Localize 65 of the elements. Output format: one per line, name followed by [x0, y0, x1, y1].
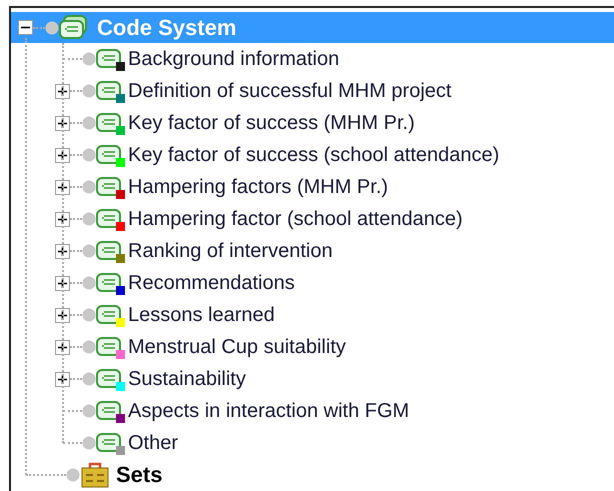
briefcase-icon [82, 462, 108, 488]
plus-icon [58, 86, 67, 96]
tree-item-label[interactable]: Aspects in interaction with FGM [128, 401, 410, 421]
tree-item-label[interactable]: Sets [116, 464, 162, 486]
tree-item-label[interactable]: Definition of successful MHM project [128, 81, 452, 101]
plus-icon [58, 374, 67, 384]
tree-item-label[interactable]: Sustainability [128, 369, 246, 389]
plus-icon [58, 342, 67, 352]
circle-icon [82, 244, 96, 258]
plus-icon [58, 246, 67, 256]
plus-icon [58, 118, 67, 128]
circle-icon [82, 212, 96, 226]
code-icon [96, 241, 121, 260]
tree-item-label[interactable]: Key factor of success (MHM Pr.) [128, 113, 415, 133]
tree-item-label[interactable]: Background information [128, 49, 340, 69]
tree-item-label[interactable]: Menstrual Cup suitability [128, 337, 346, 357]
expand-toggle[interactable] [55, 276, 70, 290]
code-icon [96, 273, 121, 292]
code-icon [59, 14, 87, 38]
circle-icon [82, 436, 96, 450]
circle-icon [82, 84, 96, 98]
expand-toggle[interactable] [55, 212, 70, 226]
code-icon [96, 209, 121, 228]
code-icon [96, 401, 121, 420]
tree-item-label[interactable]: Ranking of intervention [128, 241, 333, 261]
tree-item-label[interactable]: Hampering factors (MHM Pr.) [128, 177, 388, 197]
plus-icon [58, 150, 67, 160]
collapse-toggle[interactable] [18, 20, 33, 35]
expand-toggle[interactable] [55, 180, 70, 194]
tree-item-label[interactable]: Recommendations [128, 273, 295, 293]
code-icon [96, 337, 121, 356]
circle-icon [82, 180, 96, 194]
code-icon [96, 49, 121, 68]
expand-toggle[interactable] [55, 116, 70, 130]
tree-item-label[interactable]: Other [128, 433, 178, 453]
plus-icon [58, 310, 67, 320]
plus-icon [58, 214, 67, 224]
circle-icon [45, 20, 59, 34]
expand-toggle[interactable] [55, 148, 70, 162]
expand-toggle[interactable] [55, 84, 70, 98]
circle-icon [82, 276, 96, 290]
expand-toggle[interactable] [55, 244, 70, 258]
code-icon [96, 145, 121, 164]
expand-toggle[interactable] [55, 340, 70, 354]
tree-item-label[interactable]: Key factor of success (school attendance) [128, 145, 500, 165]
circle-icon [82, 404, 96, 418]
code-icon [96, 305, 121, 324]
circle-icon [82, 372, 96, 386]
expand-toggle[interactable] [55, 308, 70, 322]
code-icon [96, 113, 121, 132]
plus-icon [58, 278, 67, 288]
circle-icon [82, 340, 96, 354]
code-icon [96, 81, 121, 100]
code-icon [96, 177, 121, 196]
circle-icon [82, 308, 96, 322]
tree-item-label[interactable]: Lessons learned [128, 305, 275, 325]
circle-icon [66, 468, 80, 482]
tree-item-label[interactable]: Hampering factor (school attendance) [128, 209, 463, 229]
circle-icon [82, 116, 96, 130]
plus-icon [58, 182, 67, 192]
code-icon [96, 369, 121, 388]
expand-toggle[interactable] [55, 372, 70, 386]
code-icon [96, 433, 121, 452]
circle-icon [82, 148, 96, 162]
circle-icon [82, 52, 96, 66]
